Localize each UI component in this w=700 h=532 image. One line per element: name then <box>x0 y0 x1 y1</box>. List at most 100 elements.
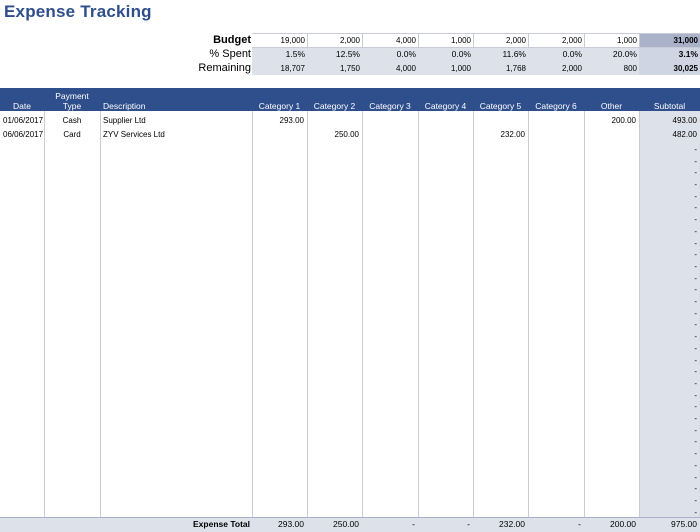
header-category-6: Category 6 <box>535 101 577 111</box>
summary-separator <box>584 34 585 47</box>
spent-label: % Spent <box>209 48 251 60</box>
row-cat1[interactable] <box>252 128 304 141</box>
summary-remaining-category-6: 2,000 <box>561 64 582 73</box>
row-cat3[interactable] <box>362 128 415 141</box>
subtotal-empty-dash: - <box>694 145 697 154</box>
subtotal-empty-dash: - <box>694 344 697 353</box>
row-payment-type[interactable]: Card <box>44 128 100 141</box>
subtotal-empty-dash: - <box>694 414 697 423</box>
summary-separator <box>528 34 529 47</box>
column-gridline <box>639 111 640 517</box>
subtotal-empty-dash: - <box>694 473 697 482</box>
expense-total-cat3: - <box>412 519 415 529</box>
subtotal-empty-dash: - <box>694 297 697 306</box>
header-category-3: Category 3 <box>369 101 411 111</box>
remaining-label: Remaining <box>198 62 251 74</box>
summary-remaining-total: 30,025 <box>673 64 698 73</box>
row-cat6[interactable] <box>528 128 581 141</box>
column-gridline <box>528 111 529 517</box>
summary-remaining-category-1: 18,707 <box>280 64 305 73</box>
summary-budget-category-3: 4,000 <box>395 36 416 45</box>
row-description[interactable]: Supplier Ltd <box>103 114 251 127</box>
summary-budget-category-5: 2,000 <box>505 36 526 45</box>
header-description: Description <box>103 101 146 111</box>
column-gridline <box>100 111 101 517</box>
column-gridline <box>307 111 308 517</box>
header-category-5: Category 5 <box>479 101 522 111</box>
column-gridline <box>418 111 419 517</box>
summary-budget-category-2: 2,000 <box>339 36 360 45</box>
column-gridline <box>473 111 474 517</box>
expense-total-cat1: 293.00 <box>278 519 304 529</box>
row-cat3[interactable] <box>362 114 415 127</box>
row-subtotal[interactable]: 493.00 <box>639 114 697 127</box>
subtotal-empty-dash: - <box>694 180 697 189</box>
subtotal-empty-dash: - <box>694 203 697 212</box>
summary-budget-category-1: 19,000 <box>280 36 305 45</box>
row-other[interactable] <box>584 128 636 141</box>
column-gridline <box>252 111 253 517</box>
summary-spent-category-2: 12.5% <box>335 49 360 59</box>
summary-spent-category-4: 0.0% <box>451 49 471 59</box>
row-cat5[interactable] <box>473 114 525 127</box>
subtotal-empty-dash: - <box>694 262 697 271</box>
subtotal-empty-dash: - <box>694 309 697 318</box>
expense-total-cat4: - <box>467 519 470 529</box>
summary-remaining-category-4: 1,000 <box>450 64 471 73</box>
expense-total-cat5: 232.00 <box>499 519 525 529</box>
header-payment-type-line1: Payment <box>55 91 89 101</box>
summary-budget-other: 1,000 <box>616 36 637 45</box>
row-cat2[interactable]: 250.00 <box>307 128 359 141</box>
summary-budget-total: 31,000 <box>673 36 698 45</box>
subtotal-empty-dash: - <box>694 379 697 388</box>
subtotal-empty-dash: - <box>694 285 697 294</box>
header-other: Other <box>600 101 623 111</box>
subtotal-empty-dash: - <box>694 320 697 329</box>
row-cat1[interactable]: 293.00 <box>252 114 304 127</box>
column-gridline <box>584 111 585 517</box>
row-cat4[interactable] <box>418 114 470 127</box>
subtotal-empty-dash: - <box>694 239 697 248</box>
header-category-2: Category 2 <box>313 101 356 111</box>
header-category-4: Category 4 <box>424 101 467 111</box>
subtotal-empty-dash: - <box>694 402 697 411</box>
row-cat4[interactable] <box>418 128 470 141</box>
summary-separator <box>639 34 640 47</box>
row-description[interactable]: ZYV Services Ltd <box>103 128 251 141</box>
subtotal-empty-dash: - <box>694 449 697 458</box>
subtotal-empty-dash: - <box>694 157 697 166</box>
summary-budget-category-4: 1,000 <box>450 36 471 45</box>
row-date[interactable]: 01/06/2017 <box>3 114 43 127</box>
header-category-1: Category 1 <box>258 101 301 111</box>
summary-separator <box>473 34 474 47</box>
expense-total-cat2: 250.00 <box>333 519 359 529</box>
summary-budget-category-6: 2,000 <box>561 36 582 45</box>
row-subtotal[interactable]: 482.00 <box>639 128 697 141</box>
row-cat6[interactable] <box>528 114 581 127</box>
header-payment-type-line2: Type <box>62 101 82 111</box>
subtotal-empty-dash: - <box>694 168 697 177</box>
subtotal-empty-dash: - <box>694 356 697 365</box>
subtotal-empty-dash: - <box>694 461 697 470</box>
row-cat2[interactable] <box>307 114 359 127</box>
summary-spent-category-1: 1.5% <box>285 49 305 59</box>
row-date[interactable]: 06/06/2017 <box>3 128 43 141</box>
subtotal-empty-dash: - <box>694 426 697 435</box>
column-gridline <box>44 111 45 517</box>
subtotal-empty-dash: - <box>694 332 697 341</box>
subtotal-empty-dash: - <box>694 391 697 400</box>
column-gridline <box>362 111 363 517</box>
row-payment-type[interactable]: Cash <box>44 114 100 127</box>
summary-separator <box>418 34 419 47</box>
row-cat5[interactable]: 232.00 <box>473 128 525 141</box>
subtotal-empty-dash: - <box>694 496 697 505</box>
summary-spent-other: 20.0% <box>612 49 637 59</box>
subtotal-empty-dash: - <box>694 484 697 493</box>
row-other[interactable]: 200.00 <box>584 114 636 127</box>
summary-separator <box>362 34 363 47</box>
page-title: Expense Tracking <box>4 2 152 21</box>
summary-remaining-category-5: 1,768 <box>505 64 526 73</box>
subtotal-empty-dash: - <box>694 192 697 201</box>
summary-spent-category-3: 0.0% <box>396 49 416 59</box>
expense-total-cat6: - <box>578 519 581 529</box>
